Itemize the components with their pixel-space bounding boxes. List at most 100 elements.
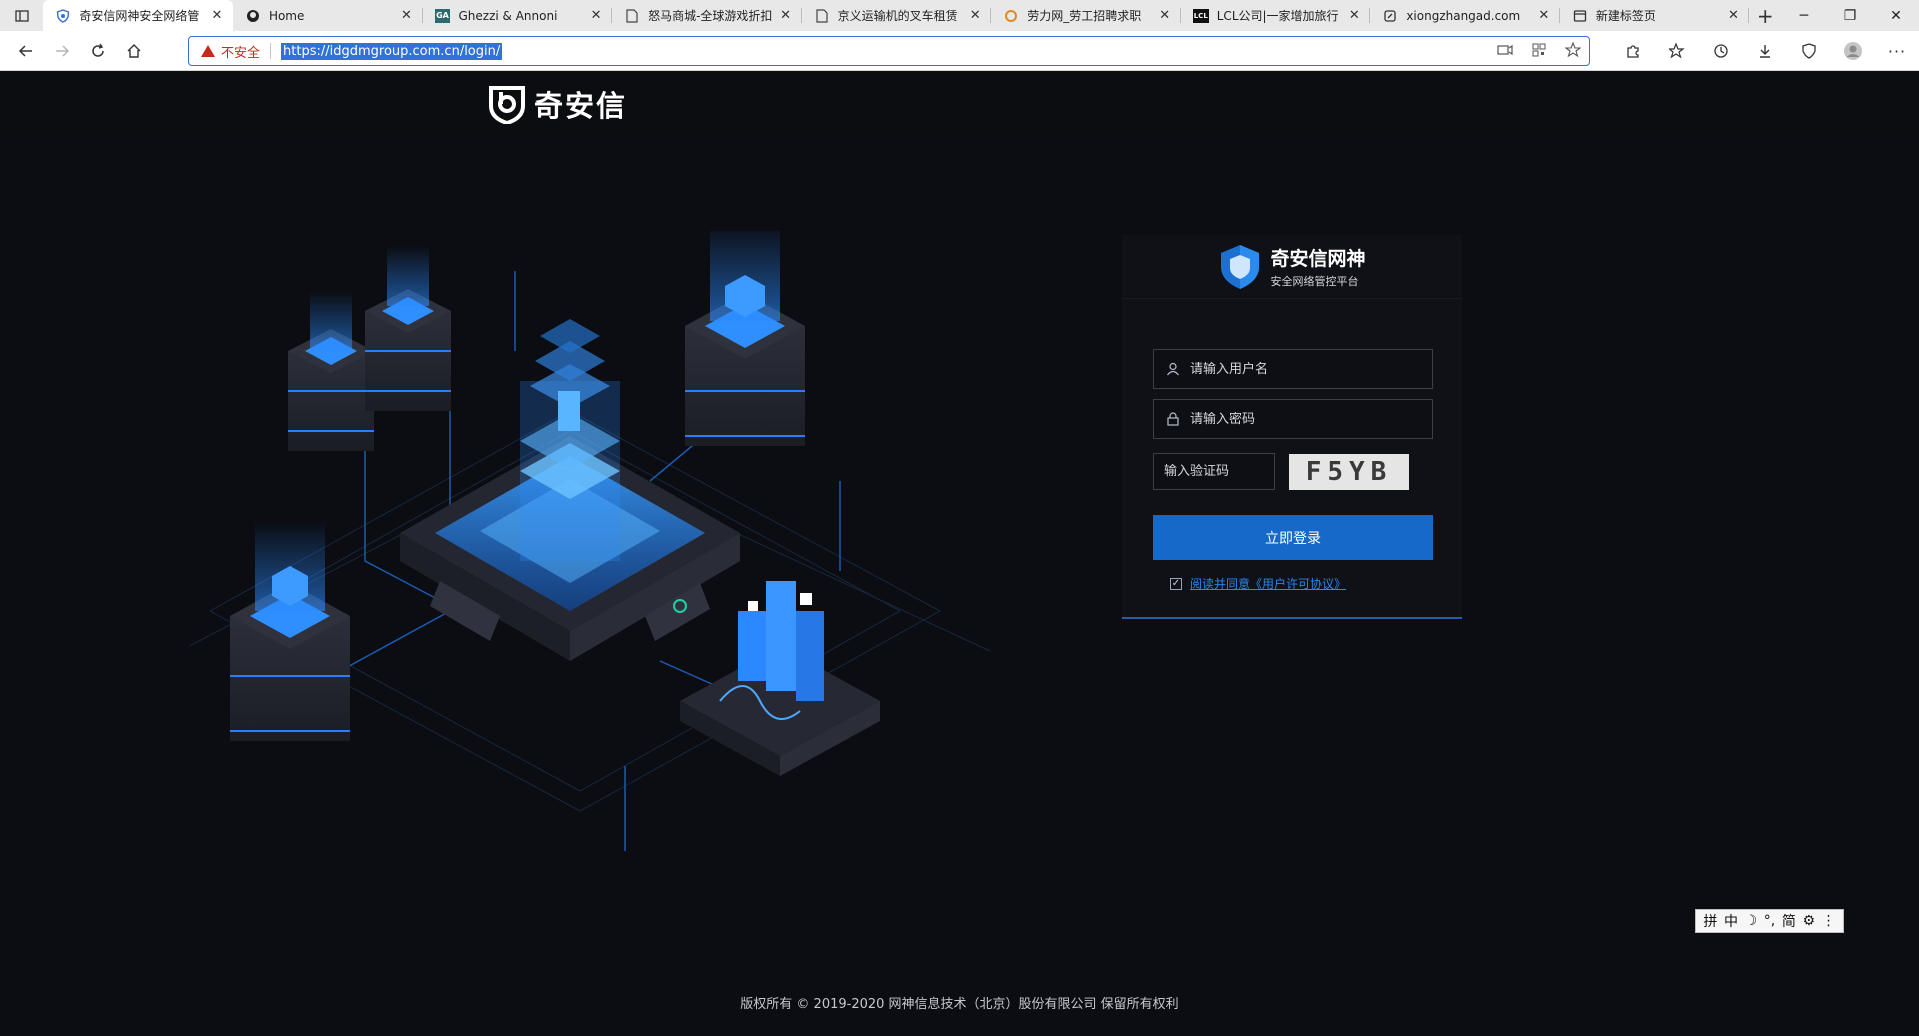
tab-actions-icon [15,9,29,22]
close-icon[interactable]: ✕ [1725,8,1741,24]
close-icon[interactable]: ✕ [1536,8,1552,24]
password-field[interactable] [1153,399,1433,439]
ga-icon: GA [435,8,451,24]
tab[interactable]: xiongzhangad.com ✕ [1370,0,1560,31]
tab-title: xiongzhangad.com [1406,8,1521,23]
page-icon [814,8,830,24]
qr-code-icon[interactable] [1531,42,1547,58]
ime-punctuation-icon[interactable]: °, [1764,913,1775,929]
refresh-button[interactable] [80,35,116,67]
address-divider [270,43,272,59]
tab[interactable]: 劳力网_劳工招聘求职 ✕ [991,0,1181,31]
favorites-icon [1669,43,1685,59]
new-tab-button[interactable]: + [1749,0,1781,31]
lcl-badge: LCL [1192,8,1209,23]
card-brand: 奇安信网神 安全网络管控平台 [1218,243,1366,291]
tab-title: 奇安信网神安全网络管 [79,9,200,23]
favorites-button[interactable] [1655,31,1699,71]
close-icon[interactable]: ✕ [1157,8,1173,24]
favorite-star-icon[interactable] [1565,42,1581,58]
ime-chinese-mode[interactable]: 中 [1724,911,1738,931]
captcha-field[interactable] [1153,453,1275,490]
maximize-icon[interactable]: ❐ [1827,0,1873,31]
hero-illustration [190,231,991,851]
puzzle-icon [1627,45,1639,58]
ime-more-icon[interactable]: ⋮ [1822,913,1836,929]
close-window-icon[interactable]: ✕ [1873,0,1919,31]
history-button[interactable] [1699,31,1743,71]
tab[interactable]: LCL LCL公司|一家增加旅行 ✕ [1181,0,1371,31]
password-input[interactable] [1190,411,1410,427]
tab-title: 怒马商城-全球游戏折扣 [648,9,773,23]
avatar-icon [1844,42,1862,60]
agreement-row: ✓ 阅读并同意《用户许可协议》 [1170,575,1346,592]
lcl-icon: LCL [1192,8,1209,24]
back-arrow-icon [18,44,32,57]
minimize-icon[interactable]: ─ [1781,0,1827,31]
login-card: 奇安信网神 安全网络管控平台 F5YB 立即登录 ✓ 阅读并同意《用户许可协议》 [1122,235,1462,619]
ime-settings-icon[interactable]: ⚙ [1802,913,1815,929]
close-icon[interactable]: ✕ [209,8,225,24]
username-field[interactable] [1153,349,1433,389]
security-label: 不安全 [221,45,261,61]
refresh-icon [92,43,104,57]
login-page: 奇安信 奇安信网神 安全网络管控平台 请输入用户名 输入验证码 F5YB 立即登… [0,71,1919,1036]
tab[interactable]: 新建标签页 ✕ [1560,0,1750,31]
brand-logo: 奇安信 [488,83,627,125]
close-icon[interactable]: ✕ [399,8,415,24]
ime-pinyin-icon[interactable]: 拼 [1703,911,1717,931]
product-shield-icon [1221,244,1260,289]
server-stack-left [288,291,374,451]
forward-button[interactable] [44,35,80,67]
page-icon [624,8,640,24]
downloads-button[interactable] [1743,31,1787,71]
read-aloud-icon[interactable] [1497,42,1513,58]
ime-simplified-mode[interactable]: 简 [1782,911,1796,931]
captcha-input[interactable] [1164,464,1264,479]
extensions-button[interactable] [1611,31,1655,71]
tab[interactable]: Home ✕ [233,0,423,31]
ime-moon-icon[interactable]: ☽ [1745,913,1758,929]
ga-badge: GA [435,8,450,23]
close-icon[interactable]: ✕ [588,8,604,24]
close-icon[interactable]: ✕ [1346,8,1362,24]
tab[interactable]: GA Ghezzi & Annoni ✕ [423,0,613,31]
tab-strip: 奇安信网神安全网络管 ✕ Home ✕ GA Ghezzi & Annoni ✕… [0,0,1919,31]
back-button[interactable] [8,35,44,67]
tab-title: 京义运输机的叉车租赁 [837,9,958,23]
github-icon [245,8,261,24]
download-icon [1760,45,1770,58]
more-menu-button[interactable]: ··· [1875,31,1919,71]
tab[interactable]: 京义运输机的叉车租赁 ✕ [802,0,992,31]
tab-title: 新建标签页 [1595,9,1656,23]
security-warning[interactable]: 不安全 [201,42,260,61]
captcha-image[interactable]: F5YB [1289,453,1409,490]
toolbar-actions: ··· [1611,31,1919,71]
agreement-link[interactable]: 阅读并同意《用户许可协议》 [1190,575,1346,592]
tab-active[interactable]: 奇安信网神安全网络管 ✕ [43,0,233,31]
home-button[interactable] [116,35,152,67]
warning-icon [201,45,215,57]
browser-toolbar: 不安全 https://idgdmgroup.com.cn/login/ ··· [0,31,1919,71]
forward-arrow-icon [56,44,70,57]
tab-title: LCL公司|一家增加旅行 [1216,9,1339,23]
url-text[interactable]: https://idgdmgroup.com.cn/login/ [281,42,503,60]
login-button[interactable]: 立即登录 [1153,515,1433,560]
newtab-icon [1572,8,1588,24]
lock-icon [1167,412,1179,426]
close-icon[interactable]: ✕ [967,8,983,24]
swirl-icon [1003,8,1019,24]
profile-button[interactable] [1831,31,1875,71]
username-input[interactable] [1190,361,1410,377]
tab[interactable]: 怒马商城-全球游戏折扣 ✕ [612,0,802,31]
copyright-footer: 版权所有 © 2019-2020 网神信息技术（北京）股份有限公司 保留所有权利 [740,997,1179,1012]
card-header: 奇安信网神 安全网络管控平台 [1122,235,1462,299]
browser-essentials-button[interactable] [1787,31,1831,71]
address-bar[interactable]: 不安全 https://idgdmgroup.com.cn/login/ [188,36,1590,66]
tab-actions-button[interactable] [0,0,43,31]
close-icon[interactable]: ✕ [778,8,794,24]
tab-title: 劳力网_劳工招聘求职 [1027,9,1142,23]
window-controls: ─ ❐ ✕ [1781,0,1919,31]
agreement-checkbox[interactable]: ✓ [1170,577,1182,590]
server-stack-bottom [230,521,350,741]
